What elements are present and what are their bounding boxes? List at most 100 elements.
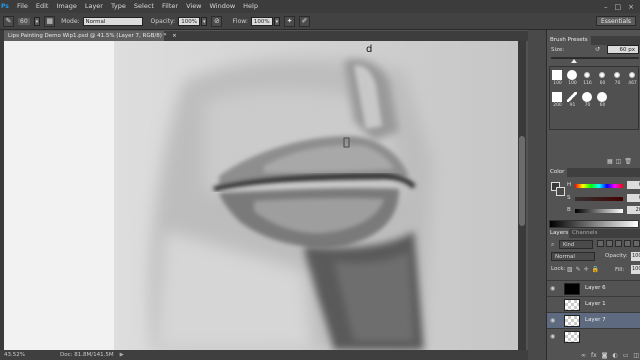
layer-thumbnail[interactable] [564,283,580,295]
brush-preset-item[interactable]: 91 [565,91,580,111]
tab-layers[interactable]: Layers [547,229,572,238]
menu-edit[interactable]: Edit [32,0,53,13]
airbrush-icon[interactable]: ✦ [284,15,296,27]
brush-preset-size: 116 [583,81,592,86]
brush-preset-item[interactable]: 60 [595,91,610,111]
mode-select[interactable]: Normal [82,16,143,26]
menu-type[interactable]: Type [107,0,130,13]
layer-name[interactable]: Layer 1 [585,301,606,307]
brush-preset-item[interactable]: 70 [580,91,595,111]
menu-image[interactable]: Image [52,0,80,13]
menu-window[interactable]: Window [206,0,240,13]
visibility-eye-icon[interactable]: ◉ [550,333,558,340]
filter-pixel-icon[interactable] [597,240,604,247]
brush-size-field[interactable]: 60 px [607,45,639,54]
document-canvas[interactable]: d [4,41,518,350]
brush-panel-toggle-icon[interactable]: ▦ [44,15,56,27]
layer-row[interactable]: ◉ Layer 6 [547,280,640,296]
layer-fill-field[interactable]: 100% [631,265,640,274]
layer-thumbnail[interactable] [564,299,580,311]
hue-value-field[interactable]: 0 [627,181,640,189]
brush-panel-icon[interactable]: ▦ [607,158,613,165]
new-group-icon[interactable]: ▭ [623,352,629,359]
menu-select[interactable]: Select [130,0,158,13]
reset-size-icon[interactable]: ↺ [595,45,604,54]
visibility-eye-icon[interactable] [550,301,558,308]
brush-tool-icon[interactable]: ✎ [3,15,14,27]
flow-field[interactable]: 100% [250,16,273,26]
layer-name[interactable]: Layer 6 [585,285,606,291]
adjustment-layer-icon[interactable]: ◐ [613,352,618,359]
lock-position-icon[interactable]: ✛ [584,266,589,273]
saturation-slider[interactable] [575,197,623,201]
flow-dropdown-icon[interactable]: ▾ [273,16,281,26]
document-tab[interactable]: Lips Painting Demo Wip1.psd @ 41.5% (Lay… [4,31,177,41]
color-ramp[interactable] [549,220,639,228]
filter-shape-icon[interactable] [624,240,631,247]
opacity-field[interactable]: 100% [178,16,200,26]
new-preset-icon[interactable]: ◫ [616,158,622,165]
filter-adjustment-icon[interactable] [606,240,613,247]
layer-style-icon[interactable]: fx [591,352,597,359]
layer-row[interactable]: Layer 1 [547,296,640,312]
layer-filter-kind-select[interactable]: Kind [559,240,593,249]
brush-size-readout[interactable]: 60 [18,17,30,25]
options-bar: ✎ 60 ▾ ▦ Mode: Normal Opacity: 100% ▾ ⊘ … [0,13,640,30]
layer-thumbnail[interactable] [564,331,580,343]
brush-picker-dropdown-icon[interactable]: ▾ [33,16,41,26]
brush-size-slider-knob[interactable] [571,59,577,63]
filter-type-icon[interactable] [615,240,622,247]
link-layers-icon[interactable]: ∞ [581,352,586,359]
brush-preset-item[interactable]: 467 [625,69,640,89]
close-button[interactable]: × [628,3,634,11]
tab-color[interactable]: Color [547,168,568,177]
visibility-eye-icon[interactable]: ◉ [550,317,558,324]
brush-preset-item[interactable]: 116 [580,69,595,89]
document-tab-close-icon[interactable]: × [172,33,177,39]
filter-smart-object-icon[interactable] [633,240,640,247]
visibility-eye-icon[interactable]: ◉ [550,285,558,292]
background-color-swatch[interactable] [556,187,565,196]
brightness-slider[interactable] [575,209,623,213]
menu-filter[interactable]: Filter [158,0,182,13]
opacity-dropdown-icon[interactable]: ▾ [200,16,208,26]
status-menu-arrow-icon[interactable]: ▶ [120,352,124,358]
menu-view[interactable]: View [182,0,205,13]
layer-mask-icon[interactable]: ◙ [602,352,608,359]
delete-preset-icon[interactable]: 🗑 [624,158,632,165]
lock-transparent-icon[interactable]: ▧ [567,266,573,273]
layer-blend-mode-select[interactable]: Normal [551,252,595,261]
saturation-value-field[interactable]: 0 [627,194,640,202]
tab-brush-presets[interactable]: Brush Presets [547,36,591,45]
maximize-button[interactable]: □ [615,3,622,11]
workspace-switcher[interactable]: Essentials [595,16,636,26]
menu-layer[interactable]: Layer [81,0,107,13]
brush-preset-item[interactable]: 100 [550,69,565,89]
layer-row[interactable]: ◉ [547,328,640,344]
lock-pixels-icon[interactable]: ✎ [576,266,581,273]
brush-preset-item[interactable]: 70 [610,69,625,89]
document-size: Doc: 81.8M/141.5M [60,352,114,358]
pressure-size-icon[interactable]: ✐ [299,15,311,27]
brush-preset-item[interactable]: 200 [550,91,565,111]
layer-name[interactable]: Layer 7 [585,317,606,323]
scrollbar-thumb[interactable] [519,136,525,226]
hue-slider[interactable] [575,184,623,188]
brush-preset-item[interactable]: 60 [595,69,610,89]
lock-all-icon[interactable]: 🔒 [592,266,599,273]
tab-channels[interactable]: Channels [569,229,601,238]
canvas-vertical-scrollbar[interactable] [518,41,526,350]
minimize-button[interactable]: – [604,3,608,11]
foreground-background-swatch[interactable] [551,182,565,196]
brush-size-slider-track[interactable] [551,57,639,59]
pressure-opacity-icon[interactable]: ⊘ [211,15,223,27]
layer-thumbnail[interactable] [564,315,580,327]
brightness-value-field[interactable]: 20 [627,206,640,214]
zoom-level[interactable]: 43.52% [0,352,36,358]
layer-opacity-field[interactable]: 100% [631,252,640,261]
menu-help[interactable]: Help [239,0,262,13]
layer-row[interactable]: ◉ Layer 7 [547,312,640,328]
new-layer-icon[interactable]: ◫ [633,352,639,359]
menu-file[interactable]: File [13,0,32,13]
brush-preset-item[interactable]: 100 [565,69,580,89]
